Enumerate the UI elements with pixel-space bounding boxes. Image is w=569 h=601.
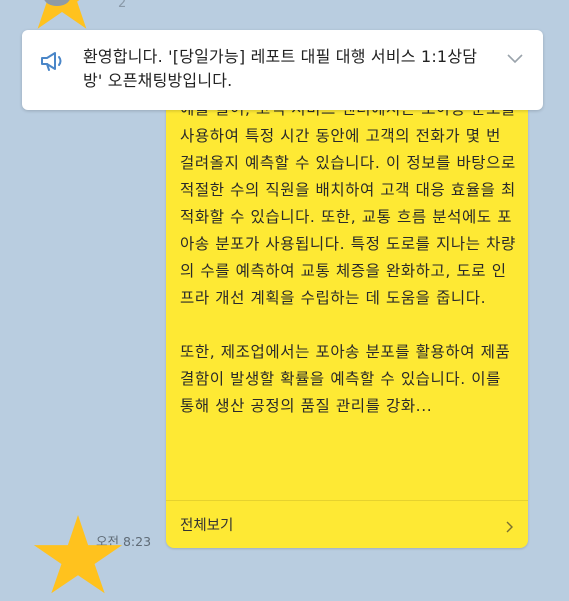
view-all-label: 전체보기 <box>180 518 234 534</box>
chevron-right-icon <box>506 521 513 533</box>
notice-banner[interactable]: 환영합니다. '[당일가능] 레포트 대필 대행 서비스 1:1상담방' 오픈채… <box>22 30 543 110</box>
message-bubble[interactable]: 예를 들어, 고객 서비스 센터에서는 포아송 분포를 사용하여 특정 시간 동… <box>166 96 528 548</box>
message-text: 예를 들어, 고객 서비스 센터에서는 포아송 분포를 사용하여 특정 시간 동… <box>180 100 516 415</box>
notice-text: 환영합니다. '[당일가능] 레포트 대필 대행 서비스 1:1상담방' 오픈채… <box>83 47 478 90</box>
chevron-down-icon[interactable] <box>507 54 523 64</box>
megaphone-icon <box>41 52 62 71</box>
view-all-button[interactable]: 전체보기 <box>166 501 528 548</box>
unread-count: 2 <box>118 0 127 11</box>
star-sticker-bottom <box>33 515 123 594</box>
